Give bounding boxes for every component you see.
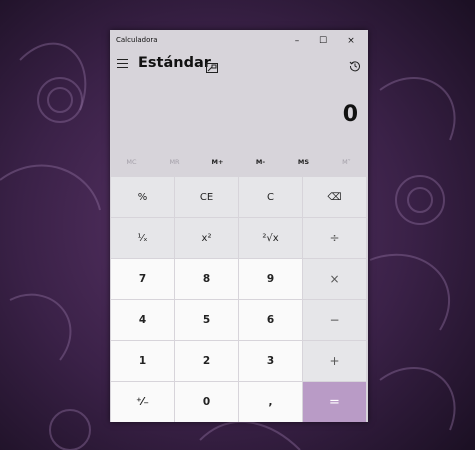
keypad: % CE C ⌫ ¹⁄ₓ x² ²√x ÷ 7 8 9 × 4 5 6 − 1 … — [110, 177, 368, 422]
memory-add-button[interactable]: M+ — [196, 152, 239, 172]
maximize-button[interactable]: ☐ — [310, 30, 336, 52]
digit-8-button[interactable]: 8 — [175, 259, 238, 299]
digit-4-button[interactable]: 4 — [111, 300, 174, 340]
divide-button[interactable]: ÷ — [303, 218, 366, 258]
memory-clear-button: MC — [126, 158, 137, 166]
square-root-button[interactable]: ²√x — [239, 218, 302, 258]
close-button[interactable]: × — [338, 30, 364, 52]
memory-recall-button: MR — [169, 158, 180, 166]
digit-1-button[interactable]: 1 — [111, 341, 174, 381]
square-button[interactable]: x² — [175, 218, 238, 258]
minimize-button[interactable]: – — [284, 30, 310, 52]
digit-7-button[interactable]: 7 — [111, 259, 174, 299]
memory-store-button[interactable]: MS — [282, 152, 325, 172]
backspace-button[interactable]: ⌫ — [303, 177, 366, 217]
add-button[interactable]: + — [303, 341, 366, 381]
memory-list-button: M˅ — [342, 158, 351, 166]
digit-2-button[interactable]: 2 — [175, 341, 238, 381]
percent-button[interactable]: % — [111, 177, 174, 217]
multiply-button[interactable]: × — [303, 259, 366, 299]
memory-row: MC MR M+ M- MS M˅ — [110, 152, 368, 172]
window-title: Calculadora — [116, 36, 158, 44]
decimal-button[interactable]: , — [239, 382, 302, 422]
title-bar[interactable]: Calculadora – ☐ × — [110, 30, 368, 52]
memory-subtract-button[interactable]: M- — [239, 152, 282, 172]
calculator-header: Estándar — [110, 52, 368, 76]
result-display: 0 — [342, 102, 358, 127]
keep-on-top-icon[interactable] — [206, 58, 218, 73]
hamburger-icon[interactable] — [116, 56, 130, 70]
equals-button[interactable]: = — [303, 382, 366, 422]
clear-entry-button[interactable]: CE — [175, 177, 238, 217]
digit-3-button[interactable]: 3 — [239, 341, 302, 381]
digit-6-button[interactable]: 6 — [239, 300, 302, 340]
digit-0-button[interactable]: 0 — [175, 382, 238, 422]
clear-button[interactable]: C — [239, 177, 302, 217]
calculator-window: Calculadora – ☐ × Estándar 0 MC MR M+ M-… — [110, 30, 368, 422]
digit-9-button[interactable]: 9 — [239, 259, 302, 299]
reciprocal-button[interactable]: ¹⁄ₓ — [111, 218, 174, 258]
subtract-button[interactable]: − — [303, 300, 366, 340]
negate-button[interactable]: ⁺⁄₋ — [111, 382, 174, 422]
mode-title: Estándar — [138, 55, 211, 71]
history-icon[interactable] — [349, 57, 361, 72]
digit-5-button[interactable]: 5 — [175, 300, 238, 340]
